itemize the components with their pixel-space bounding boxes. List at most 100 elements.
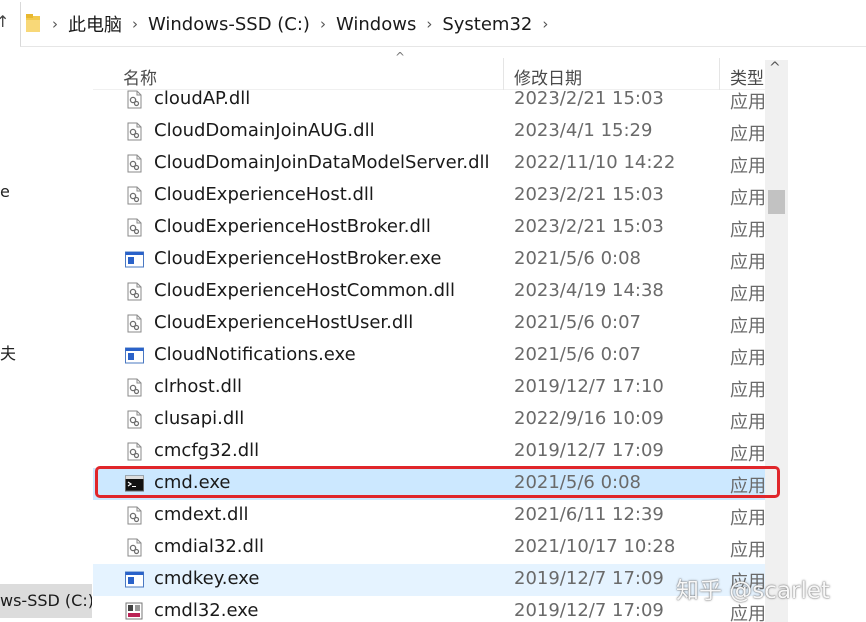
file-name: CloudNotifications.exe <box>154 344 356 365</box>
command-prompt-icon <box>125 474 144 493</box>
file-type: 应用 <box>730 348 765 369</box>
dll-file-icon <box>125 538 144 557</box>
file-row[interactable]: CloudExperienceHostCommon.dll 2023/4/19 1… <box>93 276 765 308</box>
up-arrow-icon[interactable]: ↑ <box>0 12 9 31</box>
file-name: cmcfg32.dll <box>154 440 260 461</box>
file-row[interactable]: CloudExperienceHostBroker.dll 2023/2/21 1… <box>93 212 765 244</box>
file-name: CloudDomainJoinDataModelServer.dll <box>154 152 490 173</box>
file-name: cmdial32.dll <box>154 536 264 557</box>
file-type: 应用 <box>730 188 765 209</box>
application-icon <box>125 570 144 589</box>
file-row[interactable]: CloudExperienceHostUser.dll 2021/5/6 0:07… <box>93 308 765 340</box>
vertical-scrollbar[interactable]: ^ <box>765 60 788 622</box>
file-date: 2021/5/6 0:07 <box>514 312 641 333</box>
chevron-right-icon[interactable]: › <box>426 15 432 33</box>
file-type: 应用 <box>730 124 765 145</box>
application-icon <box>125 602 144 621</box>
file-name: clusapi.dll <box>154 408 245 429</box>
file-row[interactable]: CloudDomainJoinDataModelServer.dll 2022/1… <box>93 148 765 180</box>
chevron-right-icon[interactable]: › <box>52 15 58 33</box>
file-date: 2022/9/16 10:09 <box>514 408 664 429</box>
file-date: 2023/2/21 15:03 <box>514 184 664 205</box>
breadcrumb-item[interactable]: 此电脑 <box>68 11 122 37</box>
breadcrumb-item[interactable]: System32 <box>442 14 532 35</box>
file-name: cmdl32.exe <box>154 600 259 621</box>
file-row[interactable]: CloudExperienceHostBroker.exe 2021/5/6 0:… <box>93 244 765 276</box>
file-row[interactable]: cmdial32.dll 2021/10/17 10:28 应用 <box>93 532 765 564</box>
dll-file-icon <box>125 154 144 173</box>
column-header-date[interactable]: 修改日期 <box>514 64 582 89</box>
dll-file-icon <box>125 186 144 205</box>
file-row[interactable]: clrhost.dll 2019/12/7 17:10 应用 <box>93 372 765 404</box>
nav-pane-item[interactable]: e <box>0 182 10 201</box>
file-type: 应用 <box>730 444 765 465</box>
file-date: 2021/5/6 0:08 <box>514 472 641 493</box>
watermark: 知乎 @scarlet <box>676 578 831 604</box>
file-name: CloudExperienceHostBroker.exe <box>154 248 442 269</box>
file-row[interactable]: clusapi.dll 2022/9/16 10:09 应用 <box>93 404 765 436</box>
file-type: 应用 <box>730 220 765 241</box>
file-row[interactable]: cloudAP.dll 2023/2/21 15:03 应用 <box>93 90 765 116</box>
file-name: CloudExperienceHostBroker.dll <box>154 216 431 237</box>
file-row[interactable]: cmdext.dll 2021/6/11 12:39 应用 <box>93 500 765 532</box>
file-date: 2021/10/17 10:28 <box>514 536 676 557</box>
file-date: 2022/11/10 14:22 <box>514 152 676 173</box>
chevron-right-icon[interactable]: › <box>320 15 326 33</box>
file-type: 应用 <box>730 316 765 337</box>
file-name: cmdkey.exe <box>154 568 260 589</box>
file-name: CloudExperienceHostCommon.dll <box>154 280 455 301</box>
dll-file-icon <box>125 442 144 461</box>
file-name: CloudExperienceHost.dll <box>154 184 374 205</box>
file-row[interactable]: cmd.exe 2021/5/6 0:08 应用 <box>93 468 765 500</box>
file-type: 应用 <box>730 156 765 177</box>
dll-file-icon <box>125 90 144 109</box>
breadcrumb: › 此电脑 › Windows-SSD (C:) › Windows › System32 › <box>52 0 558 48</box>
scroll-thumb[interactable] <box>768 190 785 214</box>
file-name: cmd.exe <box>154 472 231 493</box>
column-divider[interactable] <box>719 58 720 90</box>
file-row[interactable]: cmcfg32.dll 2019/12/7 17:09 应用 <box>93 436 765 468</box>
nav-pane-drive-item[interactable]: ws-SSD (C:) <box>0 584 92 618</box>
dll-file-icon <box>125 506 144 525</box>
dll-file-icon <box>125 218 144 237</box>
file-date: 2021/5/6 0:08 <box>514 248 641 269</box>
file-type: 应用 <box>730 284 765 305</box>
file-date: 2021/5/6 0:07 <box>514 344 641 365</box>
file-row[interactable]: CloudExperienceHost.dll 2023/2/21 15:03 应用 <box>93 180 765 212</box>
sort-ascending-icon: ^ <box>395 50 406 64</box>
file-row[interactable]: CloudNotifications.exe 2021/5/6 0:07 应用 <box>93 340 765 372</box>
file-date: 2021/6/11 12:39 <box>514 504 664 525</box>
breadcrumb-item[interactable]: Windows-SSD (C:) <box>148 14 310 35</box>
folder-icon <box>26 14 40 32</box>
column-header-name[interactable]: 名称 <box>123 64 157 89</box>
chevron-right-icon[interactable]: › <box>542 15 548 33</box>
file-type: 应用 <box>730 412 765 433</box>
file-row[interactable]: cmdl32.exe 2019/12/7 17:09 应用 <box>93 596 765 622</box>
file-date: 2019/12/7 17:10 <box>514 376 664 397</box>
file-type: 应用 <box>730 252 765 273</box>
application-icon <box>125 250 144 269</box>
file-date: 2023/2/21 15:03 <box>514 90 664 109</box>
scroll-up-arrow-icon[interactable]: ^ <box>769 60 781 76</box>
file-name: clrhost.dll <box>154 376 242 397</box>
dll-file-icon <box>125 410 144 429</box>
nav-pane-item[interactable]: 夫 <box>0 340 16 364</box>
column-header: ^ 名称 修改日期 类型 <box>93 50 788 90</box>
file-name: CloudDomainJoinAUG.dll <box>154 120 375 141</box>
file-date: 2023/4/1 15:29 <box>514 120 653 141</box>
file-name: CloudExperienceHostUser.dll <box>154 312 414 333</box>
column-header-type[interactable]: 类型 <box>730 64 764 89</box>
dll-file-icon <box>125 314 144 333</box>
column-divider[interactable] <box>503 58 504 90</box>
breadcrumb-item[interactable]: Windows <box>336 14 416 35</box>
file-type: 应用 <box>730 476 765 497</box>
dll-file-icon <box>125 122 144 141</box>
file-date: 2019/12/7 17:09 <box>514 440 664 461</box>
file-name: cmdext.dll <box>154 504 249 525</box>
file-row[interactable]: CloudDomainJoinAUG.dll 2023/4/1 15:29 应用 <box>93 116 765 148</box>
chevron-right-icon[interactable]: › <box>132 15 138 33</box>
address-bar: ↑ › 此电脑 › Windows-SSD (C:) › Windows › System32… <box>0 0 866 50</box>
dll-file-icon <box>125 282 144 301</box>
file-date: 2019/12/7 17:09 <box>514 568 664 589</box>
file-row[interactable]: cmdkey.exe 2019/12/7 17:09 应用 <box>93 564 765 596</box>
